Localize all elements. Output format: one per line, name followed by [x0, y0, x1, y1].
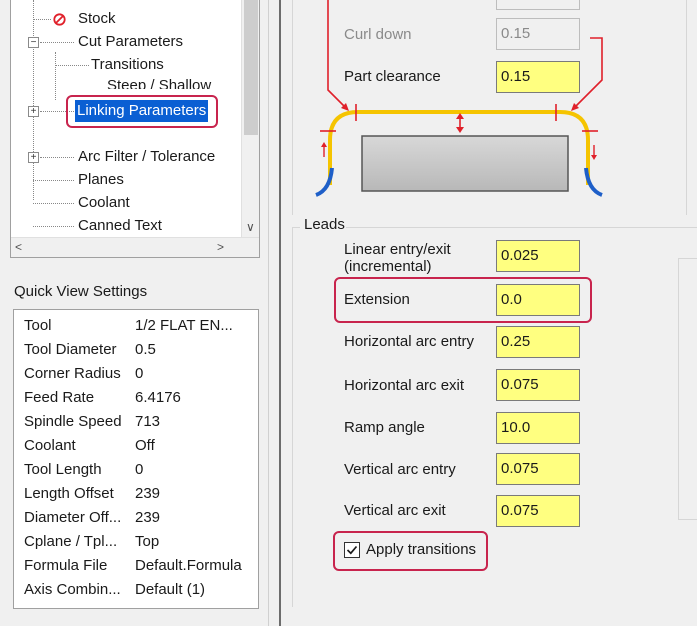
tree-item-label: Coolant	[78, 194, 130, 211]
tree-item-steep-shallow[interactable]: Steep / Shallow	[11, 75, 241, 89]
left-pane: Stock − Cut Parameters Transitions Steep…	[0, 0, 268, 626]
group-border	[292, 227, 300, 228]
tree-item-label: Stock	[78, 10, 116, 27]
group-border	[292, 227, 293, 607]
horizontal-arc-exit-input[interactable]: 0.075	[496, 369, 580, 401]
tree-item-label: Canned Text	[78, 217, 162, 234]
up-arrow-icon	[321, 142, 327, 147]
ramp-angle-input[interactable]: 10.0	[496, 412, 580, 444]
linking-parameters-callout	[66, 95, 218, 128]
tree-item-transitions[interactable]: Transitions	[11, 54, 241, 76]
linear-entry-exit-input[interactable]: 0.025	[496, 240, 580, 272]
extension-callout	[334, 277, 592, 323]
expand-icon[interactable]: +	[28, 106, 39, 117]
linear-entry-exit-label: Linear entry/exit (incremental)	[344, 241, 451, 275]
scroll-right-icon[interactable]: >	[217, 240, 224, 254]
horizontal-arc-exit-label: Horizontal arc exit	[344, 377, 465, 394]
tree-item-label: Planes	[78, 171, 124, 188]
group-border	[678, 258, 697, 520]
pane-splitter[interactable]	[268, 0, 284, 626]
linking-diagram	[315, 0, 603, 197]
tree-item-label: Transitions	[91, 56, 164, 73]
quick-view-settings-list: Tool 1/2 FLAT EN... Tool Diameter 0.5 Corn…	[13, 309, 259, 609]
leader-line	[327, 0, 348, 110]
linking-parameters-page: Curl down 0.15 Part clearance 0.15 Leads…	[284, 0, 697, 626]
leader-line	[572, 37, 603, 110]
tree-horizontal-scrollbar[interactable]: < >	[11, 237, 259, 257]
tree-item-label: Arc Filter / Tolerance	[78, 148, 216, 165]
group-border	[346, 227, 697, 228]
tree-item-coolant[interactable]: Coolant	[11, 192, 241, 214]
quick-view-title: Quick View Settings	[14, 283, 148, 300]
operation-tree[interactable]: Stock − Cut Parameters Transitions Steep…	[10, 0, 260, 258]
collapse-icon[interactable]: −	[28, 37, 39, 48]
leads-group-label: Leads	[304, 216, 345, 233]
stock-prohibited-icon	[53, 13, 66, 26]
tree-item-arc-filter[interactable]: + Arc Filter / Tolerance	[11, 146, 241, 168]
tree-item-stock[interactable]: Stock	[11, 8, 241, 30]
vertical-arc-exit-label: Vertical arc exit	[344, 502, 446, 519]
tree-item-planes[interactable]: Planes	[11, 169, 241, 191]
tree-item-cut-parameters[interactable]: − Cut Parameters	[11, 31, 241, 53]
vertical-arc-entry-input[interactable]: 0.075	[496, 453, 580, 485]
tree-item-label: Cut Parameters	[78, 33, 184, 50]
tree-item-canned-text[interactable]: Canned Text	[11, 215, 241, 237]
apply-transitions-callout	[333, 531, 488, 571]
vertical-arc-exit-input[interactable]: 0.075	[496, 495, 580, 527]
vertical-arc-entry-label: Vertical arc entry	[344, 461, 456, 478]
tree-item-label: Steep / Shallow	[107, 77, 212, 89]
tree-vertical-scrollbar[interactable]: ∨	[241, 0, 259, 238]
expand-icon[interactable]: +	[28, 152, 39, 163]
scroll-left-icon[interactable]: <	[15, 240, 22, 254]
scroll-down-icon[interactable]: ∨	[246, 220, 255, 234]
group-border	[292, 0, 293, 215]
down-arrow-icon	[591, 155, 597, 160]
lead-in-arc	[315, 167, 334, 197]
pane-splitter-line	[279, 0, 281, 626]
ramp-angle-label: Ramp angle	[344, 419, 425, 436]
part-block	[361, 135, 569, 192]
horizontal-arc-entry-input[interactable]: 0.25	[496, 326, 580, 358]
group-border	[686, 0, 687, 215]
scroll-thumb[interactable]	[244, 0, 258, 135]
lead-out-arc	[584, 167, 603, 197]
horizontal-arc-entry-label: Horizontal arc entry	[344, 333, 475, 350]
